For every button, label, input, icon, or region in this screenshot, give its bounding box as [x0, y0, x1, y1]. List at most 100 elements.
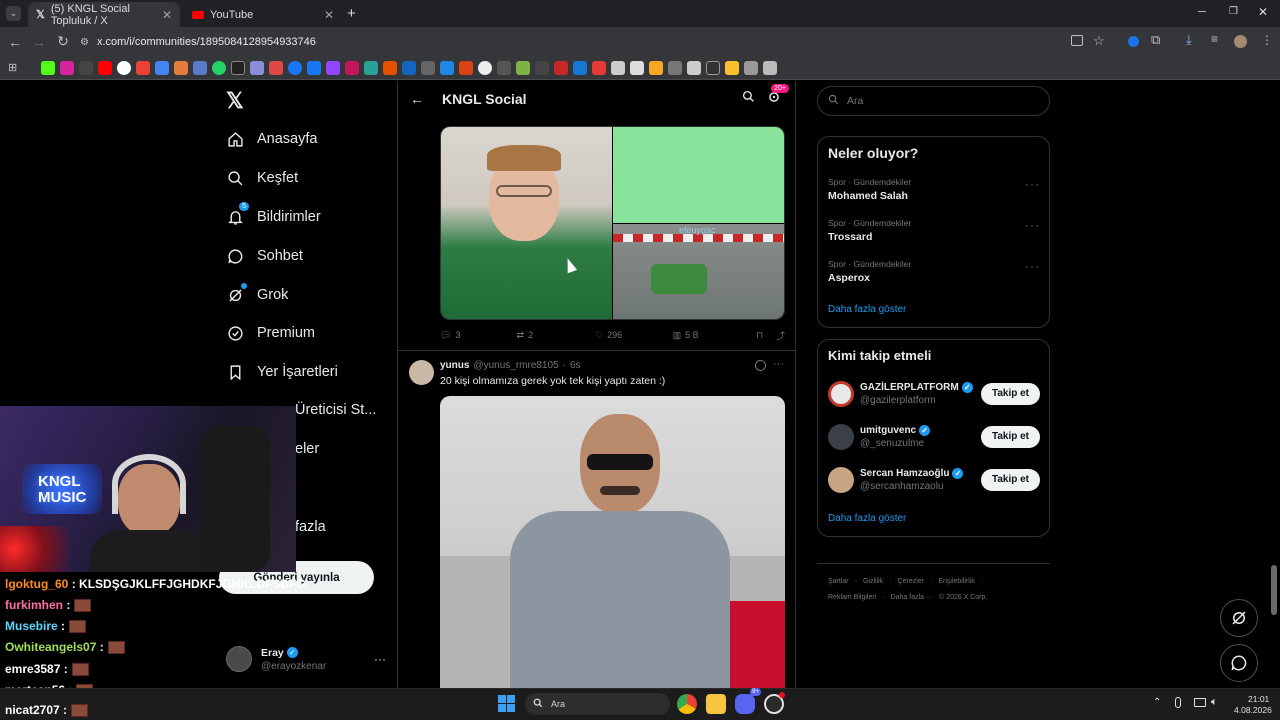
sidebar-item-notifications[interactable]: 5 Bildirimler	[226, 202, 321, 232]
bookmark-button[interactable]: ⊓	[756, 330, 776, 341]
account-switcher[interactable]: Eray ✓ @erayozkenar ···	[226, 644, 386, 674]
views-button[interactable]: ▥ 5 B	[673, 330, 757, 341]
bookmark-icon[interactable]	[383, 60, 397, 75]
bookmark-icon[interactable]	[535, 60, 549, 75]
back-icon[interactable]: ←	[3, 34, 27, 50]
search-box[interactable]: Ara	[817, 86, 1050, 116]
bookmark-icon[interactable]	[364, 60, 378, 75]
footer-link-more[interactable]: Daha fazla ···	[891, 594, 933, 601]
bookmark-x-icon[interactable]	[79, 60, 93, 75]
post-more-icon[interactable]: ···	[773, 358, 784, 370]
star-icon[interactable]: ☆	[1093, 33, 1105, 49]
share-button[interactable]: ⤴	[776, 329, 785, 342]
search-icon[interactable]	[742, 90, 755, 108]
tray-chevron-icon[interactable]: ⌃	[1153, 697, 1161, 708]
taskbar-date[interactable]: 4.08.2026	[1234, 705, 1272, 715]
post-video[interactable]	[440, 396, 785, 688]
post-media-grid[interactable]: efeuygac	[440, 126, 785, 320]
bookmark-icon[interactable]	[231, 60, 245, 75]
follow-button[interactable]: Takip et	[981, 425, 1040, 448]
taskbar-time[interactable]: 21:01	[1248, 694, 1269, 704]
post-time[interactable]: 6s	[570, 360, 581, 371]
sidebar-item-home[interactable]: Anasayfa	[226, 124, 317, 154]
bookmark-icon[interactable]	[155, 60, 169, 75]
trend-item[interactable]: Spor · Gündemdekiler Asperox ···	[828, 259, 1040, 284]
bookmark-icon[interactable]	[668, 60, 682, 75]
bookmark-icon[interactable]	[440, 60, 454, 75]
new-tab-button[interactable]: +	[347, 5, 356, 22]
sidebar-item-explore[interactable]: Keşfet	[226, 163, 298, 193]
extension-icon[interactable]	[1128, 36, 1139, 47]
follow-suggestion[interactable]: umitguvenc ✓ @_senuzulme Takip et	[828, 423, 1040, 450]
post-author-handle[interactable]: @yunus_rmre8105	[473, 360, 558, 371]
menu-icon[interactable]: ⋮	[1261, 33, 1273, 47]
close-icon[interactable]: ✕	[162, 8, 172, 22]
bookmark-icon[interactable]	[763, 60, 777, 75]
apps-icon[interactable]: ⊞	[8, 61, 22, 75]
footer-link-cookies[interactable]: Çerezler	[898, 578, 924, 585]
sidebar-item-lists[interactable]: eler	[295, 434, 319, 464]
sidebar-item-grok[interactable]: Grok	[226, 280, 288, 310]
footer-link-accessibility[interactable]: Erişilebilirlik	[938, 578, 975, 585]
more-icon[interactable]: ···	[1025, 259, 1040, 273]
x-logo-icon[interactable]: 𝕏	[226, 88, 244, 114]
file-explorer-icon[interactable]	[706, 694, 726, 714]
puzzle-icon[interactable]: ⧉	[1151, 32, 1160, 48]
bookmark-icon[interactable]	[744, 60, 758, 75]
trends-show-more-link[interactable]: Daha fazla göster	[828, 304, 906, 315]
bookmark-icon[interactable]	[573, 60, 587, 75]
taskbar-search[interactable]: Ara	[525, 693, 670, 715]
trend-item[interactable]: Spor · Gündemdekiler Trossard ···	[828, 218, 1040, 243]
bookmark-icon[interactable]	[193, 60, 207, 75]
install-icon[interactable]	[1071, 35, 1083, 46]
download-icon[interactable]: ⤓	[1186, 32, 1192, 48]
bookmark-icon[interactable]	[706, 60, 720, 75]
bookmark-icon[interactable]	[725, 60, 739, 75]
repost-button[interactable]: ⇄ 2	[517, 330, 596, 341]
grok-explain-icon[interactable]	[755, 360, 766, 371]
bookmark-icon[interactable]	[250, 60, 264, 75]
tab-x-community[interactable]: 𝕏 (5) KNGL Social Topluluk / X ✕	[28, 2, 180, 27]
sidebar-item-more[interactable]: fazla	[295, 512, 326, 542]
bookmark-google-icon[interactable]	[117, 60, 131, 75]
volume-icon[interactable]: 🔈︎	[1211, 696, 1218, 709]
reload-icon[interactable]: ↻	[51, 33, 75, 50]
discord-icon[interactable]: 9+	[735, 688, 761, 714]
bookmark-icon[interactable]	[516, 60, 530, 75]
tab-search-button[interactable]: ⌄	[6, 6, 21, 21]
messages-float-button[interactable]	[1220, 644, 1258, 682]
bookmark-icon[interactable]	[459, 60, 473, 75]
bookmark-icon[interactable]	[174, 60, 188, 75]
media-car-clip[interactable]: efeuygac	[613, 224, 784, 319]
footer-link-privacy[interactable]: Gizlilik	[863, 578, 883, 585]
follow-suggestion[interactable]: GAZİLERPLATFORM ✓ @gazilerplatform Takip …	[828, 380, 1040, 407]
bookmark-icon[interactable]	[402, 60, 416, 75]
obs-icon[interactable]	[764, 692, 785, 714]
bookmark-gmail-icon[interactable]	[136, 60, 150, 75]
more-icon[interactable]: ···	[1025, 218, 1040, 232]
minimize-button[interactable]: ─	[1198, 6, 1206, 18]
close-icon[interactable]: ✕	[324, 8, 334, 22]
chrome-icon[interactable]	[677, 694, 697, 714]
more-icon[interactable]: ···	[374, 652, 386, 666]
bookmark-instagram-icon[interactable]	[60, 60, 74, 75]
follow-suggestion[interactable]: Sercan Hamzaoğlu ✓ @sercanhamzaolu Takip …	[828, 466, 1040, 493]
bookmark-icon[interactable]	[687, 60, 701, 75]
media-green-screen[interactable]	[613, 127, 784, 223]
bookmark-icon[interactable]	[269, 60, 283, 75]
bookmark-icon[interactable]	[630, 60, 644, 75]
bookmark-icon[interactable]	[497, 60, 511, 75]
restore-button[interactable]: ❐	[1229, 6, 1238, 17]
sidebar-item-creator-studio[interactable]: Üreticisi St...	[295, 395, 376, 425]
trend-item[interactable]: Spor · Gündemdekiler Mohamed Salah ···	[828, 177, 1040, 202]
bookmark-whatsapp-icon[interactable]	[212, 60, 226, 75]
follow-button[interactable]: Takip et	[981, 468, 1040, 491]
bookmark-icon[interactable]	[478, 60, 492, 75]
bookmark-icon[interactable]	[288, 60, 302, 75]
sidebar-item-bookmarks[interactable]: Yer İşaretleri	[226, 357, 338, 387]
profile-avatar[interactable]	[1234, 35, 1247, 48]
reply-button[interactable]: 💬︎ 3	[440, 330, 517, 341]
bookmark-icon[interactable]	[649, 60, 663, 75]
bookmark-icon[interactable]	[554, 60, 568, 75]
bookmark-icon[interactable]	[592, 60, 606, 75]
